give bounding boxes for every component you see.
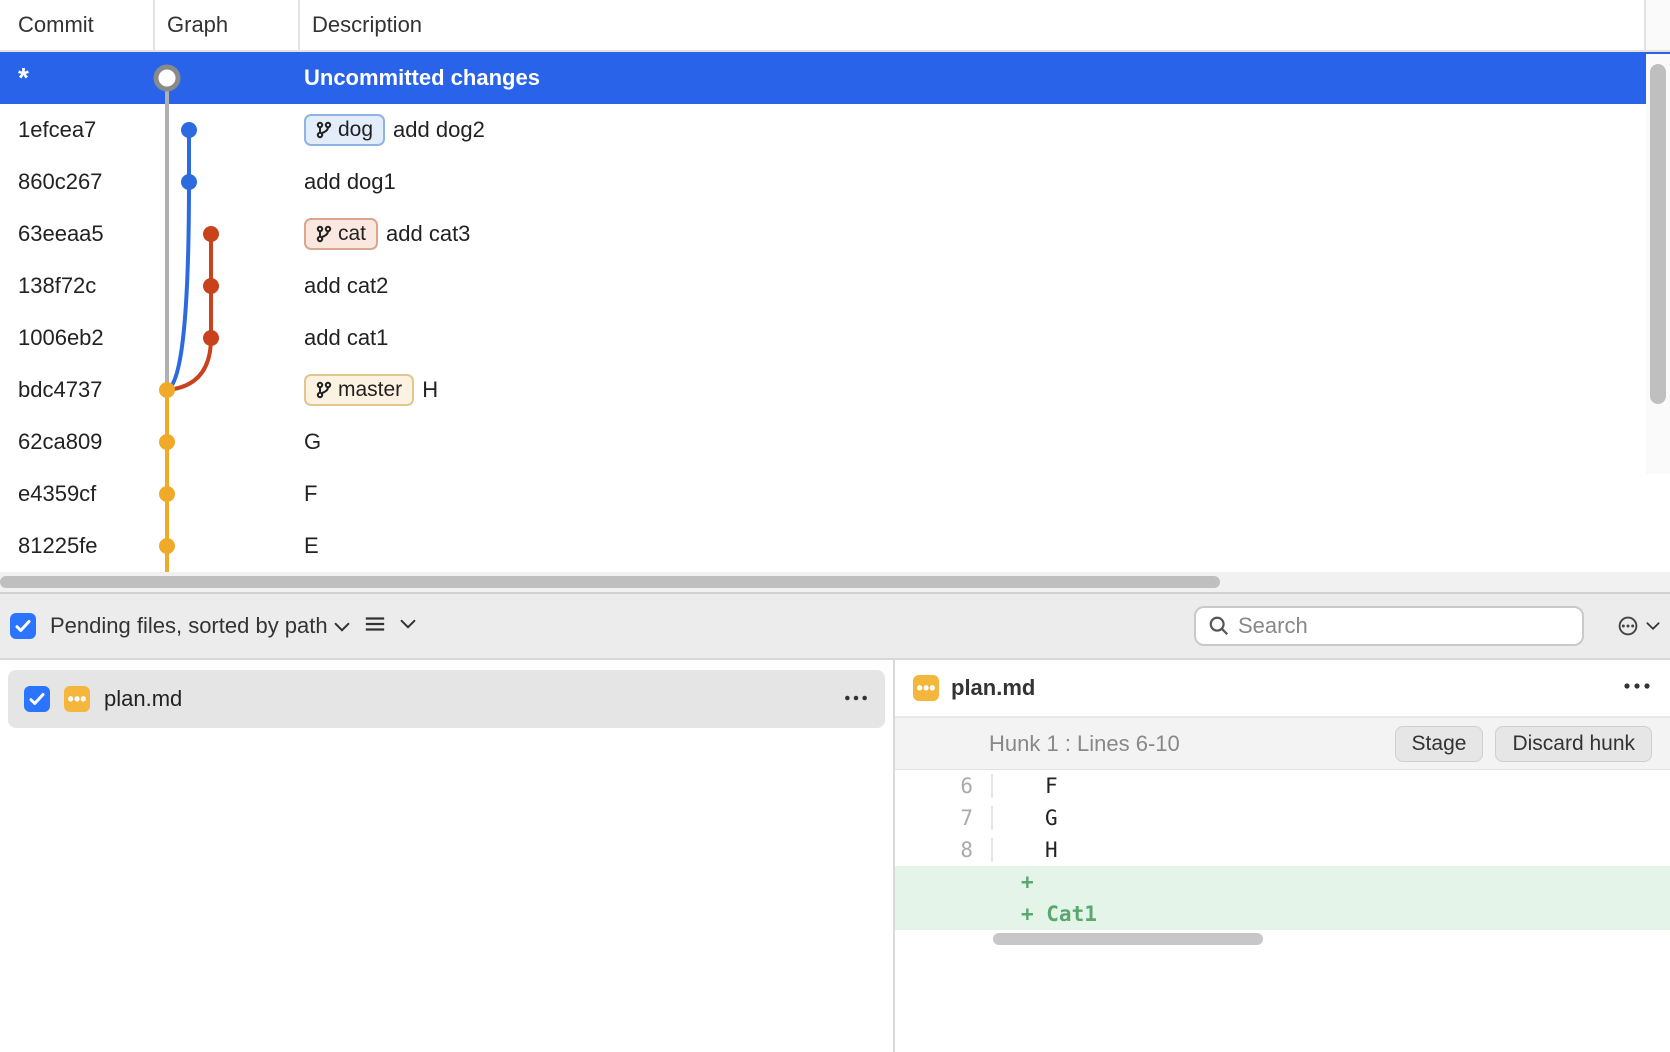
ellipsis-circle-icon [1614, 616, 1642, 636]
file-item[interactable]: ••• plan.md [8, 670, 885, 728]
commit-message: Uncommitted changes [304, 65, 540, 91]
branch-tag-dog[interactable]: dog [304, 114, 385, 146]
pending-files-label: Pending files, sorted by path [50, 613, 328, 639]
file-name: plan.md [104, 686, 829, 712]
commit-message: add cat2 [304, 273, 388, 299]
stage-hunk-button[interactable]: Stage [1395, 726, 1484, 762]
commit-rows: * Uncommitted changes 1efcea7 dog add dog2… [0, 52, 1670, 572]
scrollbar-thumb[interactable] [993, 933, 1263, 945]
commit-hash: 81225fe [0, 533, 155, 559]
commit-list-horizontal-scrollbar[interactable] [0, 572, 1670, 592]
scrollbar-thumb[interactable] [1650, 64, 1666, 404]
commit-row[interactable]: 81225fe E [0, 520, 1670, 572]
commit-row[interactable]: 1efcea7 dog add dog2 [0, 104, 1670, 156]
commit-message: G [304, 429, 321, 455]
view-mode-dropdown[interactable] [364, 615, 386, 638]
diff-header: ••• plan.md [895, 660, 1670, 718]
commit-row[interactable]: e4359cf F [0, 468, 1670, 520]
chevron-down-icon [1646, 621, 1660, 631]
diff-line-number: 6 [895, 774, 993, 798]
diff-line-added[interactable]: + Cat1 [895, 898, 1670, 930]
commit-hash: 138f72c [0, 273, 155, 299]
commit-history-pane: Commit Graph Description [0, 0, 1670, 594]
commit-message: F [304, 481, 317, 507]
scrollbar-thumb[interactable] [0, 576, 1220, 588]
diff-line-added[interactable]: + [895, 866, 1670, 898]
diff-line-context[interactable]: 6F [895, 770, 1670, 802]
commit-message: add dog2 [393, 117, 485, 143]
pending-files-dropdown[interactable]: Pending files, sorted by path [50, 613, 350, 639]
branch-tag-master[interactable]: master [304, 374, 414, 406]
commit-row[interactable]: 138f72c add cat2 [0, 260, 1670, 312]
toolbar-more-menu[interactable] [1614, 616, 1660, 636]
diff-line-content: + [993, 870, 1034, 894]
diff-line-context[interactable]: 7G [895, 802, 1670, 834]
commit-row[interactable]: bdc4737 master H [0, 364, 1670, 416]
pending-files-toolbar: Pending files, sorted by path Search [0, 594, 1670, 660]
search-placeholder: Search [1238, 613, 1308, 639]
hunk-label: Hunk 1 : Lines 6-10 [913, 731, 1383, 757]
commit-hash: bdc4737 [0, 377, 155, 403]
branch-tag-label: cat [338, 222, 366, 246]
diff-line-content: H [993, 838, 1058, 862]
branch-tag-label: dog [338, 118, 373, 142]
chevron-down-icon [334, 613, 350, 639]
commit-row[interactable]: 860c267 add dog1 [0, 156, 1670, 208]
commit-hash: 63eeaa5 [0, 221, 155, 247]
commit-message: add cat3 [386, 221, 470, 247]
commit-hash: 860c267 [0, 169, 155, 195]
commit-row[interactable]: 63eeaa5 cat add cat3 [0, 208, 1670, 260]
diff-line-number: 7 [895, 806, 993, 830]
diff-pane: ••• plan.md Hunk 1 : Lines 6-10 Stage Di… [895, 660, 1670, 1052]
commit-hash: e4359cf [0, 481, 155, 507]
diff-horizontal-scrollbar[interactable] [993, 930, 1670, 948]
commit-message: H [422, 377, 438, 403]
file-item-more-button[interactable] [843, 690, 869, 708]
search-input[interactable]: Search [1194, 606, 1584, 646]
commit-row[interactable]: 62ca809 G [0, 416, 1670, 468]
diff-line-context[interactable]: 8H [895, 834, 1670, 866]
commit-hash: 1006eb2 [0, 325, 155, 351]
pending-files-list: ••• plan.md [0, 660, 895, 1052]
diff-line-number: 8 [895, 838, 993, 862]
commit-columns-header: Commit Graph Description [0, 0, 1670, 52]
diff-body[interactable]: 6F7G8H+ + Cat1 [895, 770, 1670, 930]
file-status-modified-icon: ••• [64, 686, 90, 712]
diff-file-name: plan.md [951, 675, 1610, 701]
commit-message: E [304, 533, 319, 559]
branch-tag-label: master [338, 378, 402, 402]
branch-tag-cat[interactable]: cat [304, 218, 378, 250]
column-header-commit[interactable]: Commit [0, 0, 155, 50]
file-status-modified-icon: ••• [913, 675, 939, 701]
diff-more-button[interactable] [1622, 679, 1652, 697]
chevron-down-icon [400, 617, 416, 635]
discard-hunk-button[interactable]: Discard hunk [1495, 726, 1652, 762]
column-header-scroll-gutter [1644, 0, 1670, 50]
file-stage-checkbox[interactable] [24, 686, 50, 712]
lower-split: ••• plan.md ••• plan.md Hunk 1 : Lines 6… [0, 660, 1670, 1052]
commit-hash: 1efcea7 [0, 117, 155, 143]
search-icon [1208, 615, 1230, 637]
commit-message: add cat1 [304, 325, 388, 351]
commit-hash: 62ca809 [0, 429, 155, 455]
commit-hash: * [0, 62, 155, 94]
column-header-description[interactable]: Description [300, 0, 1644, 50]
select-all-checkbox[interactable] [10, 613, 36, 639]
diff-line-content: G [993, 806, 1058, 830]
commit-list-vertical-scrollbar[interactable] [1646, 54, 1670, 474]
diff-line-content: + Cat1 [993, 902, 1097, 926]
column-header-graph[interactable]: Graph [155, 0, 300, 50]
commit-message: add dog1 [304, 169, 396, 195]
commit-row-uncommitted[interactable]: * Uncommitted changes [0, 52, 1670, 104]
diff-line-content: F [993, 774, 1058, 798]
commit-row[interactable]: 1006eb2 add cat1 [0, 312, 1670, 364]
hunk-header: Hunk 1 : Lines 6-10 Stage Discard hunk [895, 718, 1670, 770]
